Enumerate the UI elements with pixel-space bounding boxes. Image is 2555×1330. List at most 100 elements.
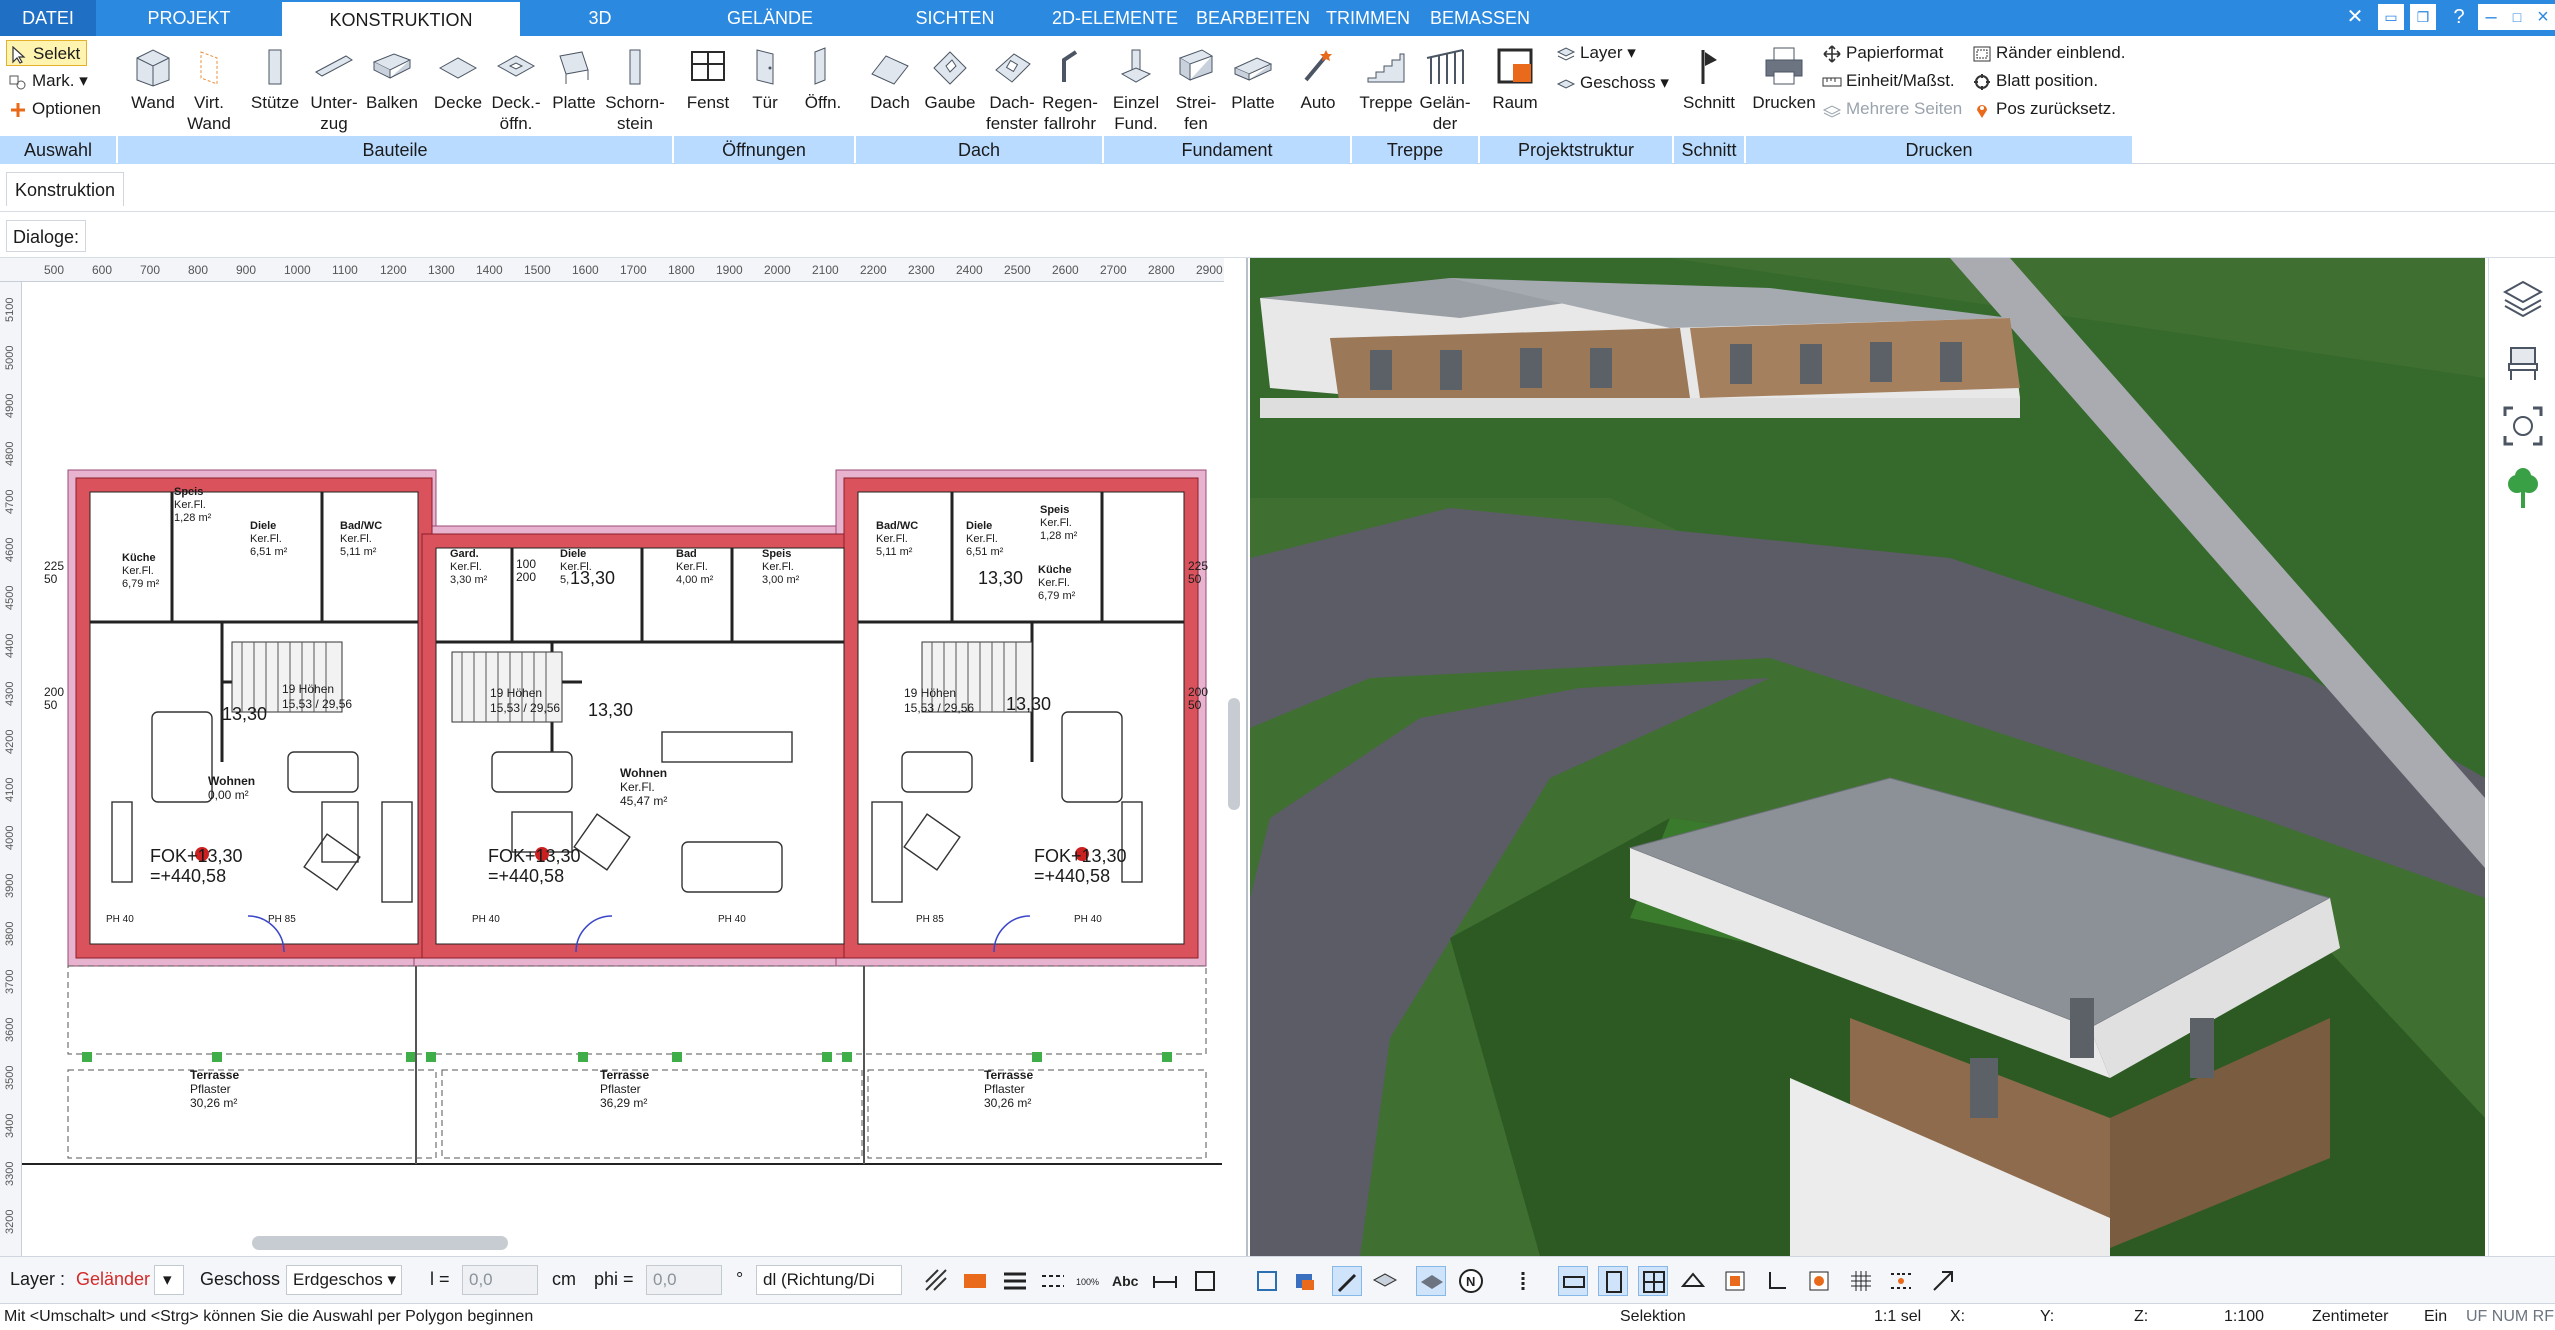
page-view-icon[interactable]	[1598, 1266, 1628, 1296]
geschoss-dropdown[interactable]: Erdgeschos ▾	[286, 1265, 402, 1295]
frame-tool-icon[interactable]	[1190, 1266, 1220, 1296]
downpipe-button[interactable]: Regen- fallrohr	[1040, 40, 1100, 140]
strip-foundation-button[interactable]: Strei- fen	[1168, 40, 1224, 140]
railing-icon	[1426, 49, 1464, 84]
minimize-icon[interactable]: –	[2478, 4, 2504, 30]
auto-button[interactable]: Auto	[1290, 40, 1346, 140]
dialogs-label: Dialoge:	[6, 220, 87, 252]
3d-scene[interactable]	[1250, 258, 2485, 1256]
ruler-tick-label: 1400	[476, 263, 503, 277]
stairs-button[interactable]: Treppe	[1358, 40, 1414, 140]
multiple-pages-button[interactable]: Mehrere Seiten	[1822, 96, 1962, 122]
pen-tool-icon[interactable]	[1332, 1266, 1362, 1296]
door-button[interactable]: Tür	[740, 40, 790, 140]
minimize-to-tray-icon[interactable]: ▭	[2378, 4, 2404, 30]
text-tool-icon[interactable]: Abc	[1112, 1266, 1142, 1296]
girder-button[interactable]: Balken	[362, 40, 422, 140]
plate-button[interactable]: Platte	[546, 40, 602, 140]
tab-bearbeiten[interactable]: BEARBEITEN	[1196, 0, 1310, 36]
roof-window-button[interactable]: Dach- fenster	[982, 40, 1042, 140]
close-icon[interactable]: ×	[2530, 4, 2555, 30]
tab-gelaende[interactable]: GELÄNDE	[710, 0, 830, 36]
room-button[interactable]: Raum	[1484, 40, 1546, 140]
virtual-wall-button[interactable]: Virt. Wand	[184, 40, 234, 140]
help-icon[interactable]: ?	[2446, 4, 2472, 30]
foundation-plate-button[interactable]: Platte	[1224, 40, 1282, 140]
geschoss-button[interactable]: Geschoss ▾	[1556, 70, 1669, 96]
vertical-scrollbar[interactable]	[1228, 698, 1240, 810]
tab-projekt[interactable]: PROJEKT	[126, 0, 252, 36]
railing-button[interactable]: Gelän- der	[1416, 40, 1474, 140]
tab-konstruktion[interactable]: KONSTRUKTION	[282, 0, 520, 38]
reset-position-button[interactable]: Pos zurücksetz.	[1972, 96, 2116, 122]
tab-2d-elemente[interactable]: 2D-ELEMENTE	[1050, 0, 1180, 36]
line-style-icon[interactable]	[1038, 1266, 1068, 1296]
level-label-4: 13,30	[978, 568, 1024, 588]
tab-trimmen[interactable]: TRIMMEN	[1320, 0, 1416, 36]
ruler-tick-label: 4600	[4, 537, 16, 562]
dormer-button[interactable]: Gaube	[920, 40, 980, 140]
hatch-tool-icon[interactable]	[922, 1266, 952, 1296]
render-view-icon[interactable]	[1720, 1266, 1750, 1296]
tools-icon[interactable]: ✕	[2342, 4, 2368, 30]
zoom-fit-icon[interactable]	[2499, 402, 2547, 450]
tree-icon[interactable]	[2499, 466, 2547, 514]
direction-dropdown[interactable]: dl (Richtung/Di	[756, 1265, 902, 1295]
line-thickness-icon[interactable]	[1000, 1266, 1030, 1296]
options-button[interactable]: Optionen	[8, 96, 101, 122]
sheet-position-button[interactable]: Blatt position.	[1972, 68, 2098, 94]
more-options-icon[interactable]	[1508, 1266, 1538, 1296]
ruler-tick-label: 2100	[812, 263, 839, 277]
view-2d-icon[interactable]	[1558, 1266, 1588, 1296]
unit-scale-button[interactable]: Einheit/Maßst.	[1822, 68, 1955, 94]
select-button[interactable]: Selekt	[6, 40, 88, 66]
maximize-icon[interactable]: □	[2504, 4, 2530, 30]
show-margins-button[interactable]: Ränder einblend.	[1972, 40, 2125, 66]
slab-opening-button[interactable]: Deck.- öffn.	[486, 40, 546, 140]
texture-tool-icon[interactable]	[1370, 1266, 1400, 1296]
dimension-tool-icon[interactable]	[1150, 1266, 1180, 1296]
grid-view-icon[interactable]	[1846, 1266, 1876, 1296]
slab-button[interactable]: Decke	[430, 40, 486, 140]
length-input[interactable]: 0,0	[462, 1265, 538, 1295]
section-button[interactable]: Schnitt	[1678, 40, 1740, 140]
roof-button[interactable]: Dach	[862, 40, 918, 140]
tab-datei[interactable]: DATEI	[0, 0, 96, 36]
export-icon[interactable]	[1928, 1266, 1958, 1296]
mark-button[interactable]: Mark. ▾	[8, 68, 88, 94]
3d-view[interactable]	[1250, 258, 2485, 1256]
paper-format-button[interactable]: Papierformat	[1822, 40, 1943, 66]
restore-icon[interactable]: ❐	[2410, 4, 2436, 30]
context-tab-konstruktion[interactable]: Konstruktion	[6, 172, 125, 206]
material-tool-icon[interactable]	[960, 1266, 990, 1296]
layer-dropdown[interactable]: ▾	[154, 1265, 184, 1295]
horizontal-scrollbar[interactable]	[252, 1236, 508, 1250]
window-button[interactable]: Fenst	[680, 40, 736, 140]
sun-view-icon[interactable]	[1804, 1266, 1834, 1296]
tab-bemassen[interactable]: BEMASSEN	[1430, 0, 1530, 36]
opening-button[interactable]: Öffn.	[796, 40, 850, 140]
furniture-icon[interactable]	[2499, 338, 2547, 386]
north-arrow-icon[interactable]: N	[1456, 1266, 1486, 1296]
split-view-icon[interactable]	[1638, 1266, 1668, 1296]
floor-plan-view[interactable]: 500 600 700 800 900 1000 1100 1200 1300 1400 1500 1…	[0, 258, 1248, 1256]
room-label-speis-1: Speis Ker.Fl. 1,28 m²	[174, 486, 212, 524]
scale-100-icon[interactable]: 100%	[1074, 1266, 1104, 1296]
color-tool-icon[interactable]	[1290, 1266, 1320, 1296]
single-foundation-button[interactable]: Einzel Fund.	[1108, 40, 1164, 140]
tab-sichten[interactable]: SICHTEN	[900, 0, 1010, 36]
column-button[interactable]: Stütze	[246, 40, 304, 140]
layer-visibility-icon[interactable]	[1416, 1266, 1446, 1296]
layer-button[interactable]: Layer ▾	[1556, 40, 1636, 66]
print-button[interactable]: Drucken	[1750, 40, 1818, 140]
corner-view-icon[interactable]	[1762, 1266, 1792, 1296]
snap-points-icon[interactable]	[1886, 1266, 1916, 1296]
layers-icon[interactable]	[2499, 274, 2547, 322]
perspective-view-icon[interactable]	[1678, 1266, 1708, 1296]
chimney-button[interactable]: Schorn- stein	[602, 40, 668, 140]
snap-frame-icon[interactable]	[1252, 1266, 1282, 1296]
beam-button[interactable]: Unter- zug	[306, 40, 362, 140]
phi-input[interactable]: 0,0	[646, 1265, 722, 1295]
tab-3d[interactable]: 3D	[560, 0, 640, 36]
wall-button[interactable]: Wand	[122, 40, 184, 140]
